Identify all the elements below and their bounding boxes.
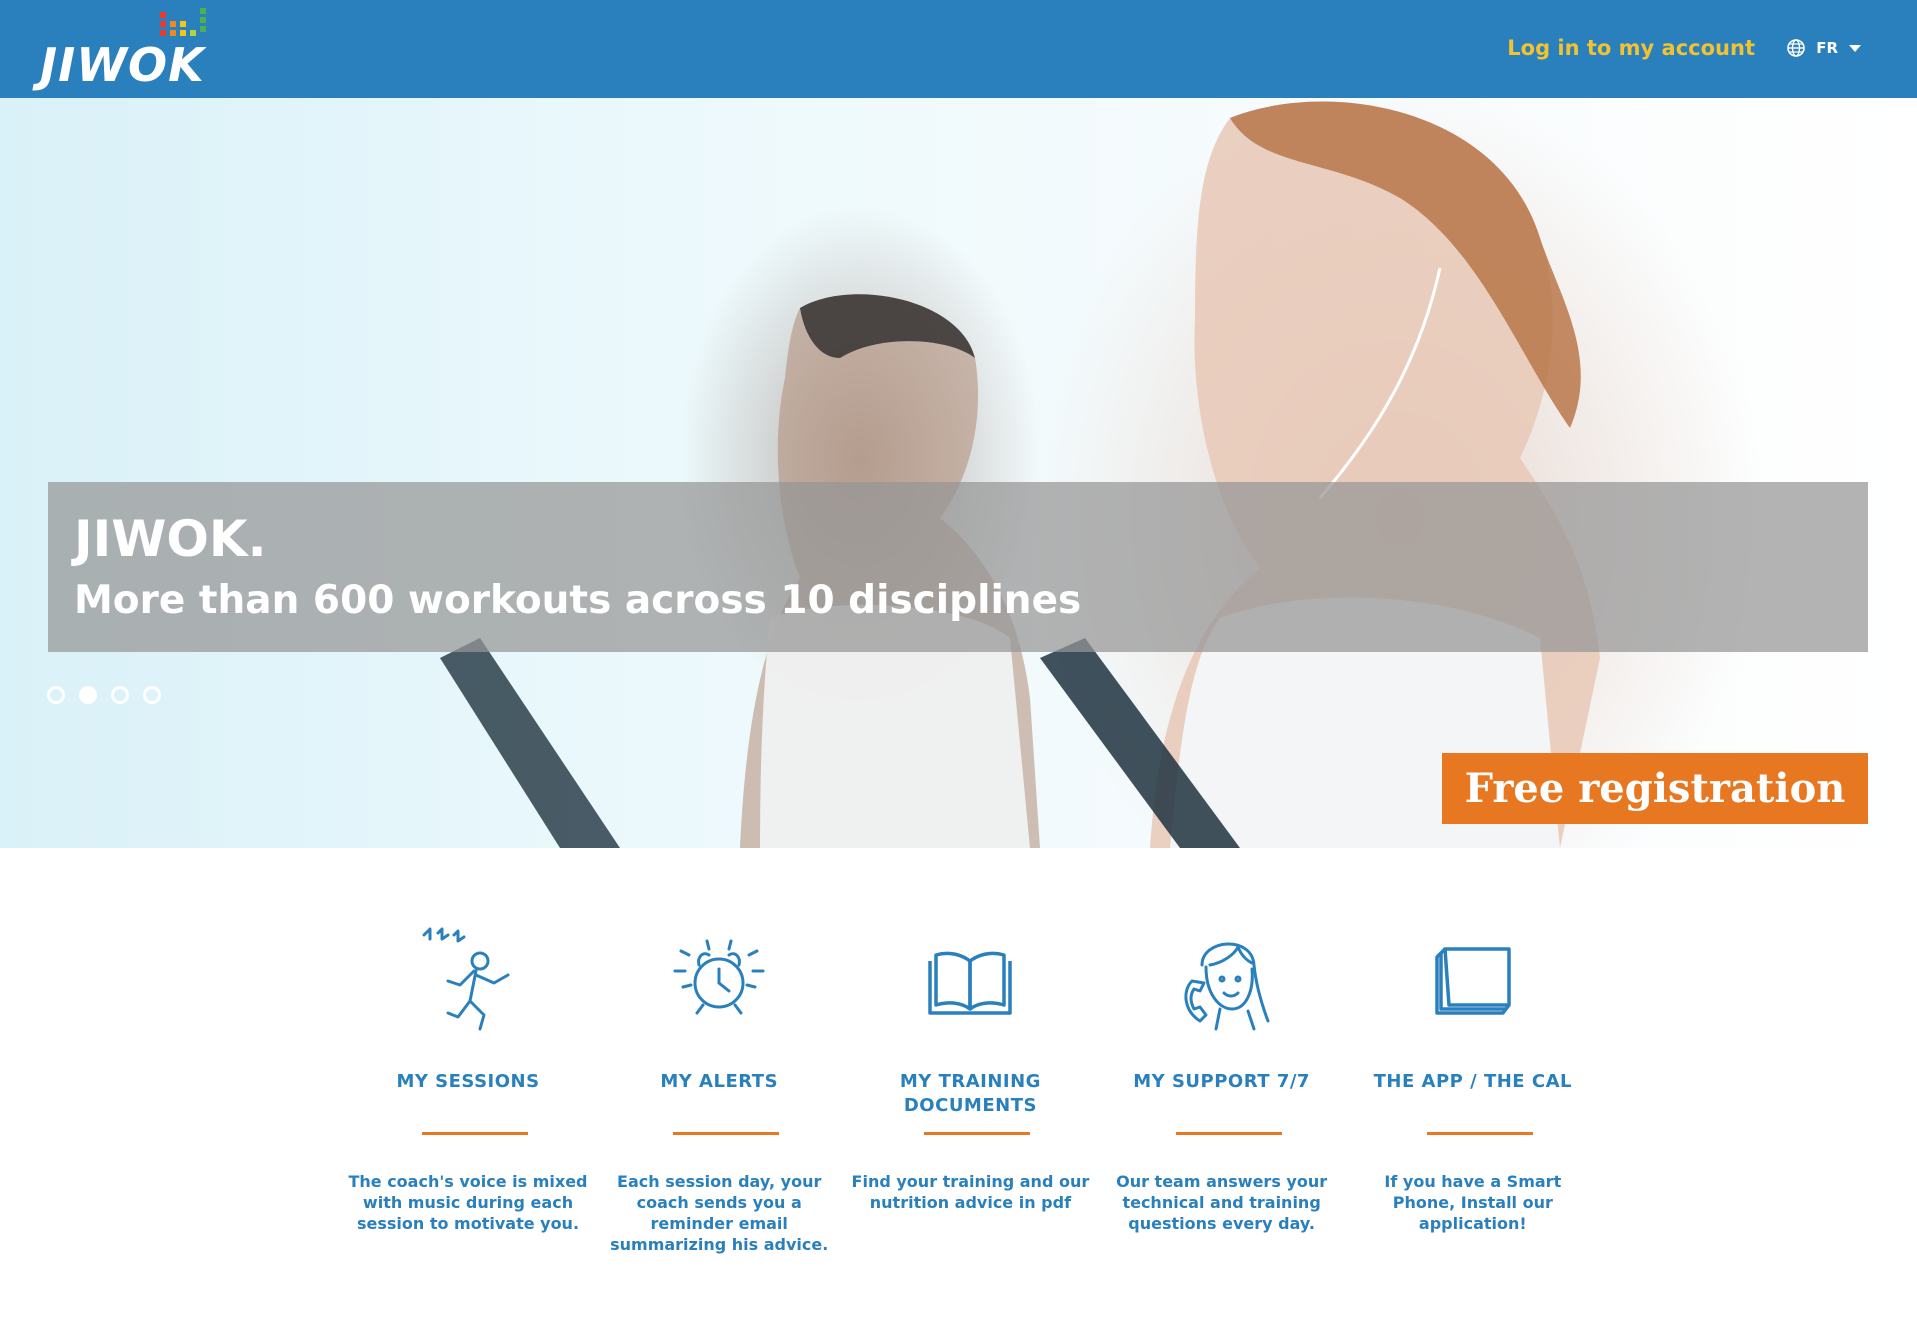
feature-divider	[924, 1132, 1031, 1135]
feature-description: If you have a Smart Phone, Install our a…	[1384, 1172, 1562, 1233]
hero-carousel: JIWOK. More than 600 workouts across 10 …	[0, 98, 1917, 848]
runner-music-icon	[422, 927, 510, 1031]
feature-app: THE APP / THE CAL If you have a Smart Ph…	[1345, 925, 1596, 1285]
feature-title: MY SUPPORT 7/7	[1133, 1071, 1310, 1092]
free-registration-button[interactable]: Free registration	[1442, 753, 1868, 824]
feature-title: MY TRAINING DOCUMENTS	[899, 1071, 1041, 1116]
alarm-clock-icon	[673, 939, 765, 1015]
caret-down-icon	[1849, 45, 1861, 52]
feature-description: Find your training and our nutrition adv…	[851, 1172, 1090, 1212]
feature-support: MY SUPPORT 7/7 Our team answers your tec…	[1094, 925, 1345, 1285]
feature-divider	[1175, 1132, 1282, 1135]
feature-title: THE APP / THE CAL	[1373, 1071, 1572, 1092]
feature-divider	[673, 1132, 780, 1135]
feature-sessions: MY SESSIONS The coach's voice is mixed w…	[340, 925, 591, 1285]
carousel-dot-4[interactable]	[143, 686, 161, 704]
jiwok-logo[interactable]: JIWOK	[40, 8, 225, 92]
feature-description: Our team answers your technical and trai…	[1116, 1172, 1328, 1233]
feature-description: Each session day, your coach sends you a…	[610, 1172, 829, 1254]
hero-caption: JIWOK. More than 600 workouts across 10 …	[48, 482, 1868, 652]
feature-documents: MY TRAINING DOCUMENTS Find your training…	[842, 925, 1093, 1285]
calendar-pad-icon	[1435, 947, 1511, 1015]
globe-icon	[1787, 39, 1806, 57]
feature-title: MY SESSIONS	[396, 1071, 540, 1092]
carousel-dot-3[interactable]	[111, 686, 129, 704]
feature-alerts: MY ALERTS Each session day, your coach s…	[591, 925, 842, 1285]
hero-title: JIWOK.	[74, 510, 267, 568]
login-link[interactable]: Log in to my account	[1507, 36, 1755, 60]
carousel-dot-2[interactable]	[79, 686, 97, 704]
feature-divider	[422, 1132, 528, 1135]
feature-divider	[1426, 1132, 1533, 1135]
language-selector[interactable]: FR	[1786, 38, 1862, 58]
logo-wordmark: JIWOK	[40, 38, 205, 92]
language-code: FR	[1816, 39, 1838, 57]
support-agent-icon	[1184, 942, 1270, 1031]
open-book-icon	[928, 951, 1013, 1015]
feature-title: MY ALERTS	[660, 1071, 779, 1092]
carousel-indicators	[47, 686, 161, 704]
feature-description: The coach's voice is mixed with music du…	[348, 1172, 588, 1233]
carousel-dot-1[interactable]	[47, 686, 65, 704]
features-section: MY SESSIONS The coach's voice is mixed w…	[340, 925, 1596, 1285]
hero-background-image	[440, 101, 1600, 848]
top-header: JIWOK Log in to my account FR	[0, 0, 1917, 98]
hero-subtitle: More than 600 workouts across 10 discipl…	[74, 578, 1082, 623]
